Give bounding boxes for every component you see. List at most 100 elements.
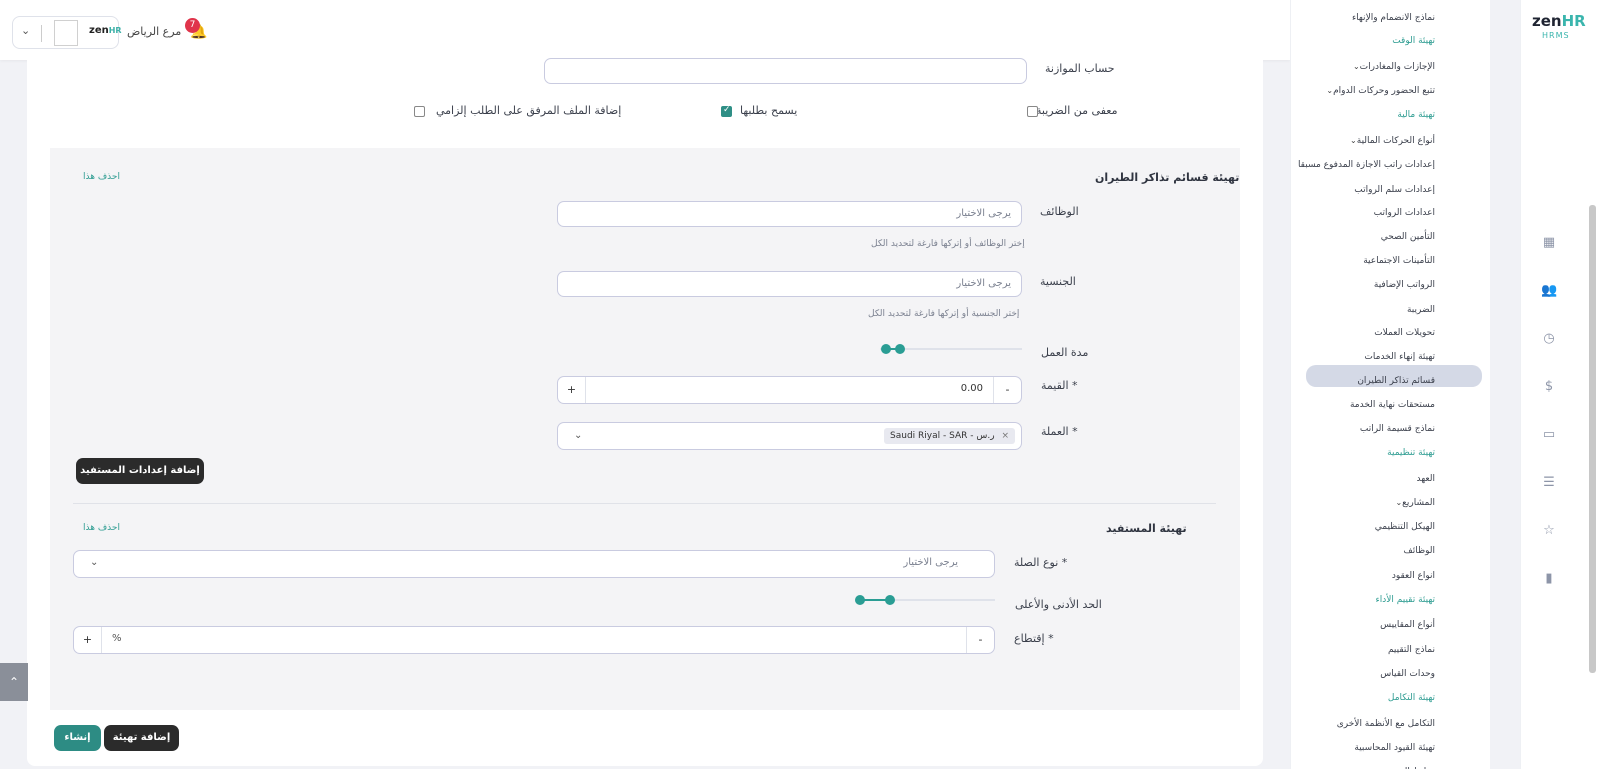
nav-item[interactable]: إعدادات راتب الاجازة المدفوع مسبقا — [1298, 160, 1435, 170]
nav-group-header: تهيئة التكامل — [1387, 693, 1435, 703]
tax-exempt-checkbox[interactable] — [1027, 106, 1038, 117]
currency-tag[interactable]: Saudi Riyal - SAR - ر.س × — [884, 428, 1015, 444]
nav-item[interactable]: نماذج قسيمة الراتب — [1360, 424, 1435, 434]
min-max-label: الحد الأدنى والأعلى — [1015, 598, 1102, 611]
value-stepper[interactable]: + 0.00 - — [557, 376, 1022, 404]
nav-item-label: المشاريع — [1402, 498, 1435, 508]
add-beneficiary-button[interactable]: إضافة إعدادات المستفيد — [76, 458, 204, 484]
branch-name[interactable]: مرع الرياض — [127, 25, 181, 38]
decrement-button[interactable]: - — [966, 627, 994, 653]
remove-tag-icon[interactable]: × — [1001, 431, 1009, 441]
nav-item[interactable]: مستحقات نهاية الخدمة — [1350, 400, 1435, 410]
nav-item[interactable]: نماذج الانضمام والإنهاء — [1352, 13, 1435, 23]
dollar-icon[interactable]: $ — [1541, 379, 1557, 395]
chevron-down-icon[interactable]: ⌄ — [1350, 136, 1357, 145]
service-period-max-knob[interactable] — [895, 344, 905, 354]
currency-select[interactable]: ⌄ Saudi Riyal - SAR - ر.س × — [557, 422, 1022, 450]
nav-item-label: أنواع الحركات المالية — [1356, 136, 1435, 146]
nav-item[interactable]: العهد — [1417, 474, 1435, 484]
nav-item[interactable]: تحويلات العملات — [1374, 328, 1435, 338]
deduction-unit: % — [112, 633, 122, 644]
nav-item[interactable]: الوظائف — [1403, 546, 1435, 556]
jobs-placeholder: يرجى الاختيار — [956, 208, 1011, 219]
nav-item[interactable]: ⌄الإجازات والمغادرات — [1347, 62, 1435, 72]
nav-item[interactable]: الرواتب الإضافية — [1374, 280, 1435, 290]
nav-item[interactable]: وحدات القياس — [1380, 669, 1435, 679]
section-divider — [73, 503, 1216, 504]
nav-item[interactable]: نماذج التقييم — [1388, 645, 1435, 655]
add-config-button[interactable]: إضافة تهيئة — [104, 725, 179, 751]
nav-group-header: تهيئة تقييم الأداء — [1375, 595, 1435, 605]
nav-group-header: تهيئة مالية — [1397, 110, 1435, 120]
nav-item[interactable]: التأمينات الاجتماعية — [1363, 256, 1435, 266]
tax-exempt-label: معفى من الضريبة — [1036, 104, 1118, 117]
settings-nav: نماذج الانضمام والإنهاء تهيئة الوقت ⌄الإجا… — [1290, 0, 1490, 769]
nationality-label: الجنسية — [1040, 275, 1076, 288]
budget-account-input[interactable] — [544, 58, 1027, 84]
relation-type-label: نوع الصلة * — [1014, 556, 1068, 569]
create-button[interactable]: إنشاء — [54, 725, 101, 751]
folder-icon[interactable]: ▭ — [1541, 427, 1557, 443]
nav-item[interactable]: الضريبة — [1407, 305, 1435, 315]
relation-type-placeholder: يرجى الاختيار — [903, 557, 958, 568]
nav-item[interactable]: تهيئة إنهاء الخدمات — [1364, 352, 1435, 362]
chevron-down-icon[interactable]: ⌄ — [574, 430, 582, 441]
nav-item-label: تتبع الحضور وحركات الدوام — [1333, 86, 1435, 96]
zenhr-logo[interactable]: zenHR — [1532, 12, 1586, 30]
deduction-stepper[interactable]: + % - — [73, 626, 995, 654]
allow-request-checkbox[interactable] — [721, 105, 732, 117]
notification-badge: 7 — [185, 18, 200, 33]
nav-item[interactable]: ⌄المشاريع — [1389, 498, 1435, 508]
nav-item[interactable]: ⌄أنواع الحركات المالية — [1344, 136, 1435, 146]
nav-item[interactable]: التأمين الصحي — [1381, 232, 1435, 242]
currency-tag-label: Saudi Riyal - SAR - ر.س — [890, 431, 995, 441]
jobs-select[interactable]: يرجى الاختيار — [557, 201, 1022, 227]
hrms-label: HRMS — [1542, 31, 1570, 40]
nav-item[interactable]: تهيئة القيود المحاسبية — [1354, 743, 1435, 753]
nav-item[interactable]: اعدادات الرواتب — [1374, 208, 1435, 218]
service-period-min-knob[interactable] — [881, 344, 891, 354]
nav-item[interactable]: الهيكل التنظيمي — [1375, 522, 1435, 532]
beneficiary-section-title: تهيئة المستفيد — [1106, 522, 1187, 535]
nav-item[interactable]: انواع العقود — [1392, 571, 1435, 581]
increment-button[interactable]: + — [74, 627, 102, 653]
min-max-max-knob[interactable] — [885, 595, 895, 605]
nav-group-header: تهيئة الوقت — [1392, 36, 1435, 46]
deduction-label: إقتطاع * — [1014, 632, 1054, 645]
nav-item[interactable]: إعدادات سلم الرواتب — [1354, 185, 1435, 195]
allow-request-label: يسمح بطلبها — [740, 104, 798, 117]
budget-account-label: حساب الموازنة — [1045, 62, 1115, 75]
jobs-label: الوظائف — [1040, 205, 1079, 218]
service-period-label: مدة العمل — [1041, 346, 1089, 359]
page-scrollbar[interactable] — [1589, 205, 1596, 673]
scroll-to-top-button[interactable]: ⌃ — [0, 663, 28, 701]
nav-item[interactable]: أنواع المقاييس — [1380, 620, 1435, 630]
star-icon[interactable]: ☆ — [1541, 523, 1557, 539]
chart-icon[interactable]: ▮ — [1541, 571, 1557, 587]
nav-item[interactable]: التكامل مع الأنظمة الأخرى — [1337, 719, 1435, 729]
divider — [41, 25, 42, 42]
nav-item[interactable]: ⌄تتبع الحضور وحركات الدوام — [1320, 86, 1435, 96]
delete-ticket-section-link[interactable]: احذف هذا — [83, 172, 120, 182]
nav-item[interactable]: قسائم تذاكر الطيران — [1357, 376, 1435, 386]
value-input[interactable]: 0.00 — [961, 383, 983, 394]
chevron-down-icon[interactable]: ⌄ — [90, 557, 98, 568]
nav-group-header: تهيئة تنظيمية — [1387, 448, 1435, 458]
currency-label: العملة * — [1041, 425, 1078, 438]
nationality-select[interactable]: يرجى الاختيار — [557, 271, 1022, 297]
ticket-section-title: تهيئة قسائم تذاكر الطيران — [1095, 171, 1240, 184]
branch-switcher[interactable]: ⌄ zenHR — [12, 16, 122, 49]
grid-icon[interactable]: ▦ — [1541, 235, 1557, 251]
chevron-down-icon[interactable]: ⌄ — [1353, 62, 1360, 71]
list-icon[interactable]: ☰ — [1541, 475, 1557, 491]
attach-file-checkbox[interactable] — [414, 106, 425, 117]
min-max-min-knob[interactable] — [855, 595, 865, 605]
delete-beneficiary-section-link[interactable]: احذف هذا — [83, 523, 120, 533]
branch-image-placeholder — [54, 20, 78, 46]
relation-type-select[interactable]: ⌄ يرجى الاختيار — [73, 550, 995, 578]
clock-icon[interactable]: ◷ — [1541, 331, 1557, 347]
increment-button[interactable]: + — [558, 377, 586, 403]
decrement-button[interactable]: - — [993, 377, 1021, 403]
chevron-down-icon[interactable]: ⌄ — [21, 24, 30, 37]
users-icon[interactable]: 👥 — [1541, 283, 1557, 299]
